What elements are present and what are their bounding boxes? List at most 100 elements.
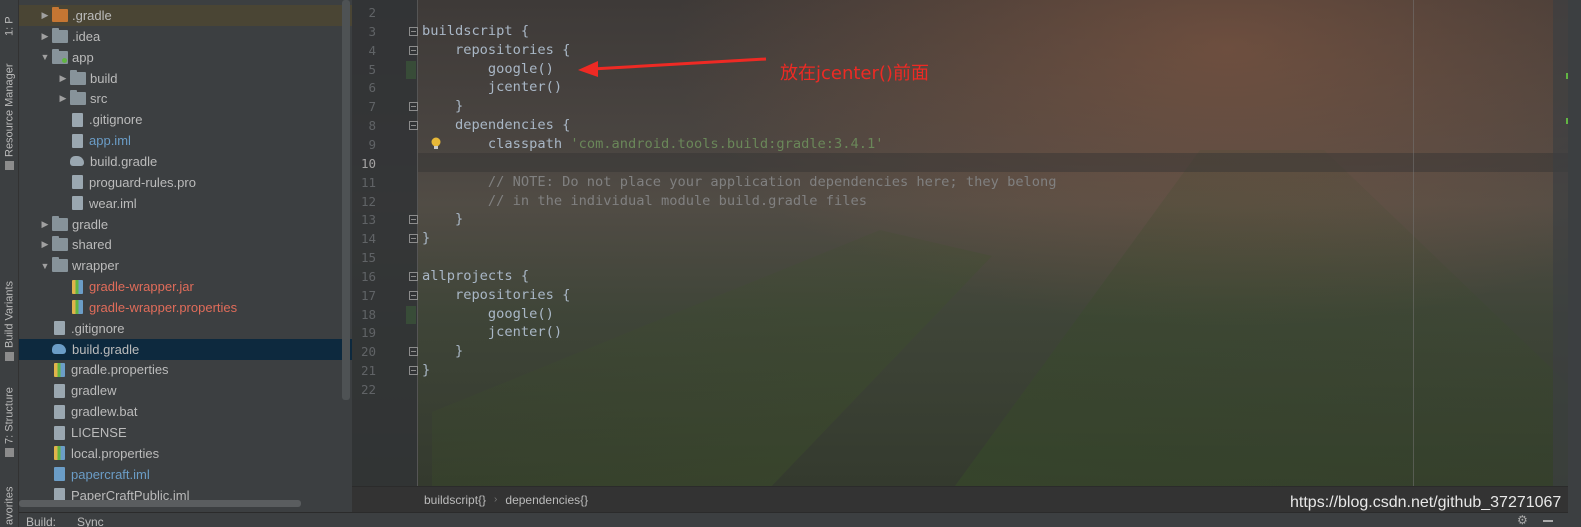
tree-item[interactable]: build.gradle (19, 151, 352, 172)
tool-tab-structure[interactable]: 7: Structure (1, 382, 18, 460)
line-number: 13 (360, 212, 376, 228)
tree-item[interactable]: ▼ app (19, 47, 352, 68)
minimize-icon[interactable] (1543, 520, 1553, 522)
line-number: 9 (368, 136, 376, 152)
chevron-down-icon[interactable]: ▼ (38, 261, 52, 271)
file-icon (54, 425, 65, 440)
tab-build[interactable]: Build: (26, 515, 56, 527)
tree-vertical-scrollbar[interactable] (342, 0, 350, 400)
code-token: repositories { (422, 286, 571, 303)
file-icon (72, 175, 83, 190)
line-number: 10 (360, 155, 376, 171)
chevron-right-icon[interactable]: ▶ (56, 93, 70, 104)
folder-icon (52, 257, 68, 273)
breadcrumb-item-dependencies[interactable]: dependencies{} (505, 493, 588, 507)
file-icon (54, 321, 65, 336)
tree-item[interactable]: .gitignore (19, 109, 352, 130)
tool-tab-resource-manager[interactable]: Resource Manager (1, 55, 18, 173)
line-number: 7 (368, 99, 376, 115)
fold-icon[interactable] (409, 45, 418, 55)
tree-item[interactable]: LICENSE (19, 422, 352, 443)
fold-icon[interactable] (409, 26, 418, 36)
fold-icon[interactable] (409, 102, 418, 112)
line-number: 8 (368, 118, 376, 134)
tree-item[interactable]: ▶ shared (19, 234, 352, 255)
tree-item[interactable]: proguard-rules.pro (19, 172, 352, 193)
code-token: buildscript { (422, 22, 530, 39)
gear-icon[interactable]: ⚙ (1517, 514, 1529, 526)
vcs-change-marker[interactable] (406, 60, 416, 79)
code-token: } (422, 211, 464, 228)
code-line: } (422, 210, 463, 229)
tree-item-label: LICENSE (71, 425, 127, 440)
properties-file-icon (54, 362, 65, 377)
chevron-right-icon[interactable]: ▶ (56, 73, 70, 84)
tree-item[interactable]: ▶ .idea (19, 26, 352, 47)
tree-item[interactable]: local.properties (19, 443, 352, 464)
code-line: // NOTE: Do not place your application d… (422, 173, 1057, 192)
code-token: } (422, 362, 431, 379)
tree-item[interactable]: gradle-wrapper.properties (19, 297, 352, 318)
project-tree[interactable]: ▶ .gradle ▶ .idea ▼ app ▶ build ▶ src .gitignore ap… (19, 0, 352, 512)
tree-item[interactable]: ▶ gradle (19, 214, 352, 235)
tree-item-label: .gitignore (71, 320, 125, 336)
code-editor[interactable]: buildscript { repositories { google() jc… (352, 0, 1568, 486)
lightbulb-icon[interactable] (430, 137, 442, 151)
file-icon (54, 383, 65, 398)
tree-item[interactable]: ▶ build (19, 68, 352, 89)
tree-item[interactable]: gradle-wrapper.jar (19, 276, 352, 297)
chevron-right-icon[interactable]: ▶ (38, 239, 52, 250)
vcs-change-marker[interactable] (406, 305, 416, 324)
line-number: 4 (368, 42, 376, 58)
fold-icon[interactable] (409, 234, 418, 244)
fold-icon[interactable] (409, 271, 418, 281)
code-line: jcenter() (422, 78, 562, 97)
tree-item[interactable]: ▼ wrapper (19, 255, 352, 276)
tool-tab-build-variants-label: Build Variants (3, 280, 16, 348)
tree-item[interactable]: .gitignore (19, 318, 352, 339)
tree-item-label: .gradle (72, 8, 112, 23)
tree-item[interactable]: app.iml (19, 130, 352, 151)
code-token: allprojects { (422, 267, 530, 284)
code-line: } (422, 229, 430, 248)
tree-item-label: build.gradle (72, 341, 140, 357)
code-token: classpath (422, 135, 571, 152)
tree-item[interactable]: ▶ .gradle (19, 5, 352, 26)
tree-item[interactable]: wear.iml (19, 193, 352, 214)
file-icon (72, 133, 83, 148)
file-icon (72, 112, 83, 127)
fold-icon[interactable] (409, 215, 418, 225)
code-line: // in the individual module build.gradle… (422, 192, 867, 211)
tool-tab-favorites-label: avorites (3, 486, 16, 525)
tree-horizontal-scrollbar[interactable] (19, 500, 301, 507)
fold-icon[interactable] (409, 290, 418, 300)
fold-icon[interactable] (409, 366, 418, 376)
folder-icon (52, 48, 68, 64)
tree-item[interactable]: papercraft.iml (19, 464, 352, 485)
tree-item[interactable]: gradlew (19, 380, 352, 401)
fold-icon[interactable] (409, 121, 418, 131)
tool-tab-build-variants[interactable]: Build Variants (1, 272, 18, 364)
tool-tab-favorites[interactable]: avorites (1, 480, 18, 525)
chevron-right-icon[interactable]: ▶ (38, 219, 52, 230)
code-comment: // NOTE: Do not place your application d… (422, 173, 1057, 190)
tree-item[interactable]: gradlew.bat (19, 401, 352, 422)
code-line: } (422, 342, 463, 361)
folder-icon (70, 69, 86, 85)
tab-sync[interactable]: Sync (77, 515, 104, 527)
fold-icon[interactable] (409, 347, 418, 357)
tree-item-label: shared (72, 237, 112, 253)
chevron-right-icon[interactable]: ▶ (38, 10, 52, 21)
tree-item[interactable]: gradle.properties (19, 359, 352, 380)
annotation-arrow (578, 57, 767, 77)
chevron-right-icon[interactable]: ▶ (38, 31, 52, 42)
breadcrumb-item-buildscript[interactable]: buildscript{} (424, 493, 486, 507)
tree-item[interactable]: ▶ src (19, 88, 352, 109)
bottom-tool-bar: Build: Sync (19, 512, 1568, 527)
chevron-down-icon[interactable]: ▼ (38, 52, 52, 62)
tree-item[interactable]: build.gradle (19, 338, 352, 360)
properties-file-icon (72, 300, 83, 315)
tool-tab-project[interactable]: 1: P (1, 2, 18, 36)
tree-item-label: gradle (72, 216, 109, 232)
structure-icon (5, 448, 14, 457)
